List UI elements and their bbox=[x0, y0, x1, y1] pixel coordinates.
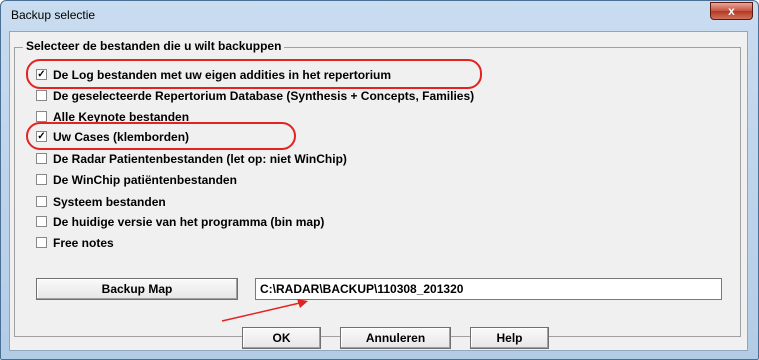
option-label: De WinChip patiëntenbestanden bbox=[53, 172, 237, 187]
backup-dialog: Backup selectie x Selecteer de bestanden… bbox=[0, 0, 759, 360]
option-checkbox[interactable] bbox=[36, 196, 47, 207]
option-label: Systeem bestanden bbox=[53, 194, 166, 209]
option-label: Alle Keynote bestanden bbox=[53, 109, 190, 124]
option-cases[interactable]: ✓ Uw Cases (klemborden) bbox=[36, 128, 189, 145]
option-keynote-files[interactable]: Alle Keynote bestanden bbox=[36, 108, 189, 125]
option-label: De huidige versie van het programma (bin… bbox=[53, 214, 325, 229]
option-repertorium-database[interactable]: De geselecteerde Repertorium Database (S… bbox=[36, 87, 474, 104]
ok-button[interactable]: OK bbox=[242, 327, 321, 349]
option-checkbox[interactable] bbox=[36, 90, 47, 101]
title-bar[interactable]: Backup selectie x bbox=[1, 1, 758, 31]
option-label: De Radar Patientenbestanden (let op: nie… bbox=[53, 151, 347, 166]
option-winchip-patients[interactable]: De WinChip patiëntenbestanden bbox=[36, 171, 237, 188]
option-label: Free notes bbox=[53, 235, 114, 250]
option-checkbox[interactable]: ✓ bbox=[36, 131, 47, 142]
option-label: De geselecteerde Repertorium Database (S… bbox=[53, 88, 475, 103]
group-label: Selecteer de bestanden die u wilt backup… bbox=[23, 39, 285, 53]
option-system-files[interactable]: Systeem bestanden bbox=[36, 193, 166, 210]
option-checkbox[interactable] bbox=[36, 111, 47, 122]
option-checkbox[interactable] bbox=[36, 216, 47, 227]
window-title: Backup selectie bbox=[11, 8, 96, 22]
dialog-client-area: Selecteer de bestanden die u wilt backup… bbox=[9, 31, 748, 351]
option-label: Uw Cases (klemborden) bbox=[53, 129, 190, 144]
option-checkbox[interactable] bbox=[36, 153, 47, 164]
option-log-files[interactable]: ✓ De Log bestanden met uw eigen addities… bbox=[36, 66, 391, 83]
option-program-version[interactable]: De huidige versie van het programma (bin… bbox=[36, 213, 324, 230]
close-icon: x bbox=[728, 4, 735, 18]
cancel-button[interactable]: Annuleren bbox=[340, 327, 451, 349]
backup-map-button[interactable]: Backup Map bbox=[36, 278, 238, 300]
close-button[interactable]: x bbox=[710, 2, 753, 20]
option-free-notes[interactable]: Free notes bbox=[36, 234, 114, 251]
option-checkbox[interactable] bbox=[36, 237, 47, 248]
option-label: De Log bestanden met uw eigen addities i… bbox=[53, 67, 392, 82]
option-checkbox[interactable]: ✓ bbox=[36, 69, 47, 80]
help-button[interactable]: Help bbox=[470, 327, 549, 349]
option-radar-patients[interactable]: De Radar Patientenbestanden (let op: nie… bbox=[36, 150, 347, 167]
option-checkbox[interactable] bbox=[36, 174, 47, 185]
backup-path-field[interactable]: C:\RADAR\BACKUP\110308_201320 bbox=[255, 278, 722, 300]
